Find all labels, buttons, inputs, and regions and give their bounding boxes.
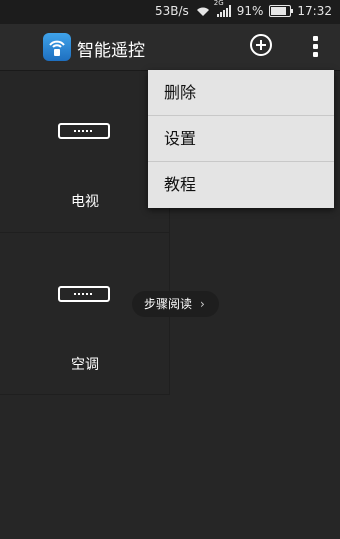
remote-wifi-icon bbox=[43, 33, 71, 61]
menu-item-tutorial[interactable]: 教程 bbox=[148, 162, 334, 208]
device-label: 电视 bbox=[71, 194, 99, 210]
network-speed: 53B/s bbox=[154, 4, 189, 18]
device-label: 空调 bbox=[71, 357, 99, 373]
overflow-menu: 删除 设置 教程 bbox=[148, 70, 334, 208]
status-bar: 53B/s 2G 91% 17:32 bbox=[0, 0, 340, 24]
remote-icon bbox=[58, 123, 110, 139]
remote-icon bbox=[58, 286, 110, 302]
chevron-right-icon: › bbox=[200, 297, 205, 311]
battery-icon bbox=[269, 5, 294, 17]
wifi-icon bbox=[196, 7, 209, 16]
more-vertical-icon[interactable] bbox=[308, 36, 322, 58]
step-reading-tip[interactable]: 步骤阅读 › bbox=[132, 291, 219, 317]
add-circle-icon[interactable] bbox=[250, 34, 272, 56]
clock: 17:32 bbox=[297, 4, 332, 18]
battery-percent: 91% bbox=[236, 4, 264, 18]
app-bar: 智能遥控 bbox=[0, 24, 340, 71]
menu-item-delete[interactable]: 删除 bbox=[148, 70, 334, 116]
device-card-tv[interactable]: 电视 bbox=[0, 71, 170, 233]
app-title: 智能遥控 bbox=[77, 41, 145, 61]
menu-item-settings[interactable]: 设置 bbox=[148, 116, 334, 162]
tip-label: 步骤阅读 bbox=[144, 297, 193, 311]
network-type: 2G bbox=[213, 0, 224, 7]
